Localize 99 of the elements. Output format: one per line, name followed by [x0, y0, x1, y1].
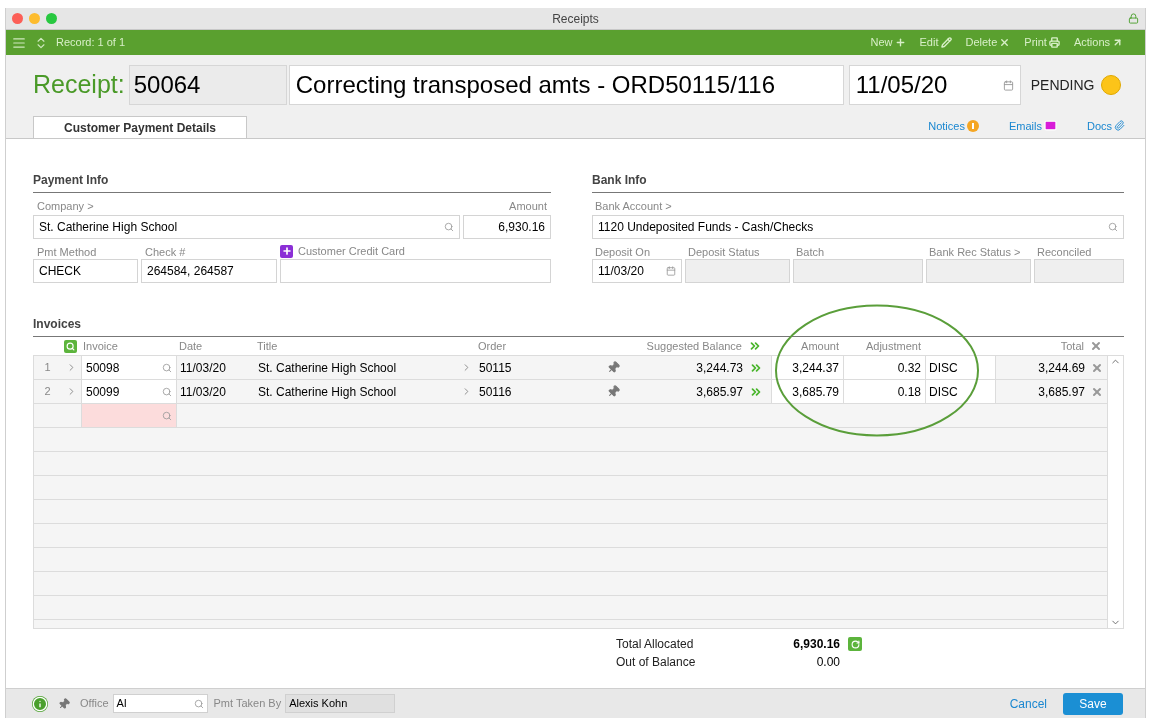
- input-field[interactable]: 6,930.16: [463, 215, 551, 239]
- field-label: Amount: [509, 201, 547, 212]
- refresh-button[interactable]: [848, 637, 862, 651]
- link[interactable]: Emails: [1008, 117, 1057, 134]
- table-cell-text: 3,244.69: [1037, 359, 1086, 377]
- search-icon[interactable]: [1108, 222, 1118, 232]
- search-icon[interactable]: [162, 410, 172, 421]
- link[interactable]: Notices: [928, 117, 979, 134]
- field-label: Customer Credit Card: [298, 245, 405, 257]
- column-header: Suggested Balance: [645, 338, 743, 354]
- taken-by-field: Alexis Kohn: [285, 694, 396, 713]
- office-field[interactable]: AI: [112, 694, 208, 713]
- record-number-field: 50064: [128, 65, 287, 105]
- search-icon[interactable]: [162, 362, 172, 373]
- calendar-icon[interactable]: [666, 266, 676, 276]
- mail-icon: [1043, 119, 1057, 133]
- delete-icon: [999, 37, 1011, 48]
- input-field[interactable]: 1120 Undeposited Funds - Cash/Checks: [592, 215, 1124, 239]
- field-label: Bank Rec Status >: [928, 247, 1022, 260]
- input-field[interactable]: 11/03/20: [592, 259, 682, 283]
- amount-field[interactable]: 3,244.37: [771, 356, 844, 379]
- table-cell-text: 50116: [478, 383, 513, 401]
- input-field[interactable]: CHECK: [33, 259, 138, 283]
- table-cell-text: St. Catherine High School: [257, 359, 398, 377]
- invoice-field[interactable]: 50099: [81, 380, 177, 403]
- amount-field[interactable]: 3,685.79: [771, 380, 844, 403]
- table-cell-text: 50115: [478, 359, 513, 377]
- record-type-label: Receipt:: [33, 69, 125, 101]
- close-window-button[interactable]: [12, 13, 23, 24]
- calendar-icon[interactable]: [1002, 79, 1014, 91]
- adjustment-field[interactable]: 0.32: [844, 356, 926, 379]
- column-header: Date: [178, 338, 204, 354]
- new-icon: [894, 37, 906, 48]
- table-cell-text: 3,685.97: [1037, 383, 1086, 401]
- record-title-field[interactable]: Correcting transposed amts - ORD50115/116: [288, 65, 844, 105]
- section-heading: Bank Info: [592, 173, 647, 187]
- row-number: 2: [43, 384, 52, 400]
- column-header: Adjustment: [864, 338, 922, 354]
- input-field[interactable]: [280, 259, 551, 283]
- adjustment-code-field[interactable]: DISC: [926, 356, 996, 379]
- column-header: Total: [1059, 338, 1085, 354]
- link[interactable]: Docs: [1086, 117, 1125, 134]
- actions-icon: [1112, 37, 1123, 48]
- field-label: Company >: [37, 201, 94, 212]
- section-heading: Invoices: [33, 317, 82, 331]
- info-button[interactable]: [32, 695, 48, 712]
- column-header: Amount: [800, 338, 840, 354]
- total-label: Out of Balance: [616, 654, 697, 671]
- total-label: Total Allocated: [616, 636, 695, 653]
- search-icon[interactable]: [162, 386, 172, 397]
- status-label: PENDING: [1030, 75, 1095, 95]
- clear-all-icon[interactable]: [1090, 340, 1102, 352]
- field-label: Deposit Status: [687, 247, 761, 260]
- adjustment-code-field[interactable]: DISC: [926, 380, 996, 403]
- search-icon[interactable]: [444, 222, 454, 232]
- record-counter: Record: 1 of 1: [56, 35, 126, 51]
- field-label: Bank Account >: [595, 201, 672, 212]
- section-heading: Payment Info: [33, 173, 109, 187]
- lock-icon: [1128, 13, 1139, 24]
- column-header: Order: [477, 338, 508, 354]
- table-cell-text: St. Catherine High School: [257, 383, 398, 401]
- search-icon[interactable]: [193, 698, 204, 709]
- total-value: 0.00: [815, 654, 840, 671]
- table-cell-text: 11/03/20: [179, 383, 227, 401]
- edit-icon: [940, 37, 952, 48]
- input-field[interactable]: 264584, 264587: [141, 259, 277, 283]
- alert-icon: [966, 119, 979, 132]
- zoom-window-button[interactable]: [46, 13, 57, 24]
- row-number: 1: [43, 360, 52, 376]
- field-label: Pmt Method: [36, 247, 98, 260]
- print-icon: [1048, 37, 1060, 48]
- field-label: Check #: [144, 247, 187, 260]
- total-value: 6,930.16: [792, 636, 840, 653]
- table-cell-text: 3,685.97: [695, 383, 744, 401]
- primary-button[interactable]: Save: [1063, 692, 1123, 715]
- remove-row-icon[interactable]: [1091, 385, 1103, 398]
- remove-row-icon[interactable]: [1091, 361, 1103, 374]
- field-label: Pmt Taken By: [213, 696, 282, 712]
- apply-all-icon[interactable]: [748, 339, 762, 353]
- table-cell-text: 11/03/20: [179, 359, 227, 377]
- table-cell-text: 3,244.73: [695, 359, 744, 377]
- invoice-search-button[interactable]: [63, 339, 77, 353]
- paperclip-icon: [1114, 120, 1125, 132]
- window-title: Receipts: [552, 10, 599, 28]
- column-header: Title: [256, 338, 279, 354]
- adjustment-field[interactable]: 0.18: [844, 380, 926, 403]
- invoice-field[interactable]: [81, 404, 177, 427]
- record-date-field[interactable]: 11/05/20: [848, 65, 1021, 105]
- input-field[interactable]: St. Catherine High School: [33, 215, 460, 239]
- field-label: Reconciled: [1036, 247, 1093, 260]
- field-label: Deposit On: [594, 247, 652, 260]
- minimize-window-button[interactable]: [29, 13, 40, 24]
- column-header: Invoice: [82, 338, 119, 354]
- field-label: Batch: [795, 247, 826, 260]
- tab[interactable]: Customer Payment Details: [33, 116, 247, 138]
- field-label: Office: [80, 696, 109, 712]
- invoice-field[interactable]: 50098: [81, 356, 177, 379]
- menu-icon[interactable]: [12, 35, 26, 50]
- add-card-button[interactable]: [280, 244, 293, 258]
